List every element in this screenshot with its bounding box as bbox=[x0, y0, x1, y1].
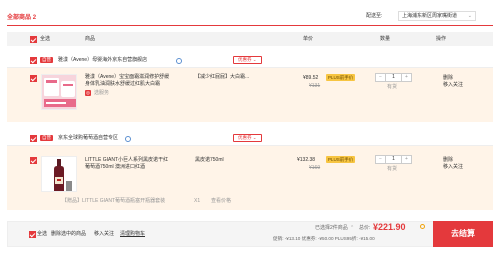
gift-quantity: X1 bbox=[194, 198, 201, 204]
discount-summary: 促销: -¥13.10 优惠券: -¥50.00 PLUS95折: -¥15.0… bbox=[273, 236, 375, 241]
ship-to-value: 上海浦东新区周家嘴街道 bbox=[402, 13, 458, 19]
shop-header: 自营 雅漾（Avene）母婴海外京东自营旗舰店 优惠券 ⌄ bbox=[7, 55, 493, 67]
product-title-line1[interactable]: LITTLE GIANT小巨人系列黑皮诺干红 bbox=[85, 157, 168, 164]
product-title-line2[interactable]: 葡萄酒750ml 澳洲进口红酒 bbox=[85, 164, 145, 171]
decrease-button[interactable]: − bbox=[376, 156, 385, 163]
checkout-button[interactable]: 去结算 bbox=[433, 221, 493, 247]
shop-checkbox[interactable] bbox=[30, 57, 37, 64]
increase-button[interactable]: + bbox=[402, 74, 411, 81]
checkout-label: 去结算 bbox=[451, 229, 475, 238]
self-operated-tag: 自营 bbox=[40, 135, 53, 141]
service-icon[interactable] bbox=[125, 135, 131, 142]
info-icon[interactable] bbox=[420, 224, 425, 229]
all-goods-count: 2 bbox=[32, 15, 37, 21]
product-spec[interactable]: 黑皮诺750ml bbox=[195, 157, 224, 164]
plus-price-badge: PLUS前手价 bbox=[326, 74, 356, 81]
delete-link[interactable]: 删除 bbox=[443, 75, 453, 82]
shop-name[interactable]: 京东全球购葡萄酒自营专区 bbox=[58, 135, 118, 142]
move-to-follow-link[interactable]: 移入关注 bbox=[443, 82, 463, 89]
product-spec[interactable]: 【减少红屁屁】大白霜... bbox=[195, 74, 249, 81]
column-goods: 商品 bbox=[85, 35, 96, 42]
chevron-down-icon: ⌄ bbox=[467, 13, 472, 19]
product-title-line2[interactable]: 身体乳油润肤水舒缓过红肌大白霜 bbox=[85, 81, 160, 88]
increase-button[interactable]: + bbox=[402, 156, 411, 163]
avene-product-thumbnail bbox=[42, 75, 76, 109]
column-select-all[interactable]: 全选 bbox=[40, 36, 50, 43]
delete-link[interactable]: 删除 bbox=[443, 157, 453, 164]
quantity-value[interactable]: 1 bbox=[385, 156, 402, 163]
stock-status: 有货 bbox=[387, 166, 398, 172]
shop-header: 自营 京东全球购葡萄酒自营专区 优惠券 ⌄ bbox=[7, 133, 493, 145]
quantity-stepper[interactable]: − 1 + bbox=[375, 73, 412, 82]
select-all-checkbox[interactable] bbox=[30, 36, 37, 43]
item-checkbox[interactable] bbox=[30, 157, 37, 164]
service-icon[interactable] bbox=[176, 57, 182, 64]
product-image[interactable] bbox=[41, 74, 77, 110]
footer-select-all-checkbox[interactable] bbox=[29, 231, 36, 238]
footer-select-all[interactable]: 全选 bbox=[37, 231, 47, 238]
check-price-link[interactable]: 查看价格 bbox=[211, 198, 231, 205]
service-badge-icon[interactable]: ◎ bbox=[85, 90, 91, 96]
ship-to-select[interactable]: 上海浦东新区周家嘴街道 ⌄ bbox=[398, 11, 476, 21]
shop-name[interactable]: 雅漾（Avene）母婴海外京东自营旗舰店 bbox=[58, 57, 147, 64]
column-price: 单价 bbox=[303, 35, 314, 42]
coupon-label: 优惠券 bbox=[238, 57, 252, 62]
product-image[interactable] bbox=[41, 156, 77, 192]
all-goods-label: 全部商品 bbox=[7, 15, 32, 21]
selected-count-chevron-icon[interactable]: ⌃ bbox=[350, 225, 354, 232]
quantity-value[interactable]: 1 bbox=[385, 74, 402, 81]
all-goods-title: 全部商品 2 bbox=[7, 14, 36, 22]
selected-count: 已选择2件商品 bbox=[315, 225, 348, 231]
self-operated-tag: 自营 bbox=[40, 57, 53, 63]
total-label: 总价: bbox=[359, 225, 371, 231]
item-checkbox[interactable] bbox=[30, 75, 37, 82]
cart-item-row: 雅漾（Avene）宝宝面霜滋润修护舒缓 身体乳油润肤水舒缓过红肌大白霜 ◎ 选服… bbox=[7, 67, 493, 122]
checkout-bar: 全选 删除选中的商品 移入关注 清理购物车 已选择2件商品 ⌃ 总价: ¥221… bbox=[7, 221, 493, 247]
select-service-link[interactable]: 选服务 bbox=[94, 90, 109, 97]
column-operation: 操作 bbox=[436, 35, 447, 42]
stock-status: 有货 bbox=[387, 84, 398, 90]
clear-cart-link[interactable]: 清理购物车 bbox=[120, 231, 145, 238]
wine-bottle-thumbnail bbox=[42, 157, 76, 191]
product-title-line1[interactable]: 雅漾（Avene）宝宝面霜滋润修护舒缓 bbox=[85, 74, 169, 81]
gift-line[interactable]: 【赠品】LITTLE GIANT葡萄酒瓶塞开瓶器套装 bbox=[62, 198, 165, 205]
ship-to-label: 配送至: bbox=[366, 13, 383, 19]
product-price: ¥89.52 bbox=[303, 75, 319, 81]
quantity-stepper[interactable]: − 1 + bbox=[375, 155, 412, 164]
move-to-follow-link[interactable]: 移入关注 bbox=[443, 164, 463, 171]
total-price: ¥221.90 bbox=[373, 222, 406, 232]
product-original-price: ¥131 bbox=[309, 83, 321, 89]
delete-selected-link[interactable]: 删除选中的商品 bbox=[51, 231, 86, 238]
header-underline bbox=[7, 25, 493, 26]
product-original-price: ¥169 bbox=[309, 165, 321, 171]
column-header-bar bbox=[7, 32, 493, 46]
coupon-button[interactable]: 优惠券 ⌄ bbox=[233, 56, 262, 64]
coupon-button[interactable]: 优惠券 ⌄ bbox=[233, 134, 262, 142]
product-price: ¥132.38 bbox=[297, 157, 316, 163]
coupon-label: 优惠券 bbox=[238, 135, 252, 140]
move-to-follow-link[interactable]: 移入关注 bbox=[94, 231, 114, 238]
column-quantity: 数量 bbox=[380, 35, 391, 42]
plus-price-badge: PLUS前手价 bbox=[326, 156, 356, 163]
shop-checkbox[interactable] bbox=[30, 135, 37, 142]
decrease-button[interactable]: − bbox=[376, 74, 385, 81]
cart-item-row: LITTLE GIANT小巨人系列黑皮诺干红 葡萄酒750ml 澳洲进口红酒 黑… bbox=[7, 145, 493, 210]
